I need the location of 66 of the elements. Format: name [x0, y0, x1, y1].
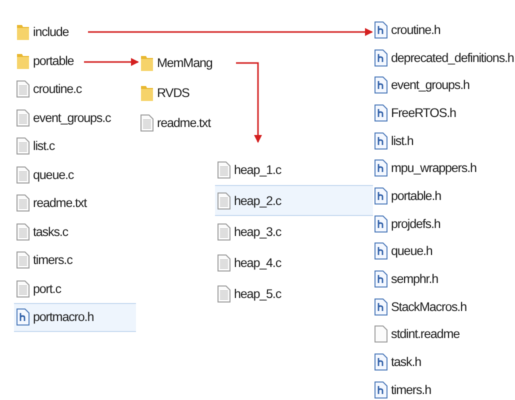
- file-row[interactable]: croutine.c: [14, 75, 136, 104]
- file-row[interactable]: heap_1.c: [215, 154, 373, 185]
- file-row[interactable]: heap_2.c: [215, 185, 373, 216]
- arrow: [84, 58, 139, 66]
- file-row[interactable]: tasks.c: [14, 218, 136, 246]
- file-icon: [217, 192, 231, 210]
- file-row[interactable]: list.h: [372, 126, 515, 154]
- header-file-icon: [374, 242, 388, 260]
- file-row[interactable]: include: [14, 18, 136, 46]
- file-row[interactable]: task.h: [372, 348, 515, 376]
- folder-icon: [140, 54, 154, 72]
- file-row[interactable]: projdefs.h: [372, 210, 515, 238]
- header-file-icon: [16, 308, 30, 326]
- file-row[interactable]: FreeRTOS.h: [372, 99, 515, 127]
- file-icon: [217, 284, 231, 302]
- file-row[interactable]: queue.c: [14, 160, 136, 189]
- file-row[interactable]: portable.h: [372, 182, 515, 210]
- file-icon: [16, 166, 30, 184]
- header-file-icon: [374, 48, 388, 67]
- file-row[interactable]: list.c: [14, 132, 136, 160]
- file-icon: [16, 280, 30, 298]
- header-file-icon: [374, 214, 388, 233]
- file-icon: [16, 137, 30, 156]
- file-row[interactable]: portmacro.h: [14, 303, 136, 332]
- header-file-icon: [374, 104, 388, 122]
- file-row[interactable]: event_groups.h: [372, 71, 515, 100]
- file-row[interactable]: mpu_wrappers.h: [372, 154, 515, 182]
- file-icon: [217, 160, 231, 178]
- file-row[interactable]: readme.txt: [14, 189, 136, 218]
- file-icon: [217, 254, 231, 272]
- header-file-icon: [374, 159, 388, 178]
- file-row[interactable]: stdint.readme: [372, 320, 515, 348]
- file-icon: [16, 222, 30, 241]
- file-icon: [16, 251, 30, 270]
- file-row[interactable]: event_groups.c: [14, 104, 136, 132]
- file-row[interactable]: semphr.h: [372, 265, 515, 293]
- header-file-icon: [374, 270, 388, 288]
- file-row[interactable]: croutine.h: [372, 16, 515, 44]
- header-file-icon: [374, 132, 388, 150]
- file-icon: [140, 114, 154, 132]
- header-file-icon: [374, 186, 388, 205]
- file-icon: [16, 194, 30, 212]
- file-row[interactable]: heap_3.c: [215, 216, 373, 247]
- file-row[interactable]: timers.h: [372, 376, 515, 400]
- file-row[interactable]: heap_5.c: [215, 278, 373, 309]
- file-row[interactable]: heap_4.c: [215, 247, 373, 278]
- file-row[interactable]: MemMang: [138, 48, 234, 78]
- header-file-icon: [374, 353, 388, 372]
- folder-icon: [16, 23, 30, 42]
- folder-icon: [140, 84, 154, 102]
- file-row[interactable]: port.c: [14, 274, 136, 303]
- file-row[interactable]: portable: [14, 46, 136, 75]
- file-row[interactable]: deprecated_definitions.h: [372, 44, 515, 72]
- file-row[interactable]: queue.h: [372, 238, 515, 266]
- header-file-icon: [374, 76, 388, 94]
- file-icon: [374, 325, 388, 344]
- file-row[interactable]: timers.c: [14, 246, 136, 274]
- file-row[interactable]: readme.txt: [138, 108, 234, 138]
- header-file-icon: [374, 20, 388, 39]
- file-icon: [16, 108, 30, 127]
- file-icon: [16, 80, 30, 98]
- folder-icon: [16, 52, 30, 70]
- file-row[interactable]: RVDS: [138, 78, 234, 108]
- file-row[interactable]: StackMacros.h: [372, 292, 515, 321]
- file-icon: [217, 222, 231, 240]
- header-file-icon: [374, 298, 388, 316]
